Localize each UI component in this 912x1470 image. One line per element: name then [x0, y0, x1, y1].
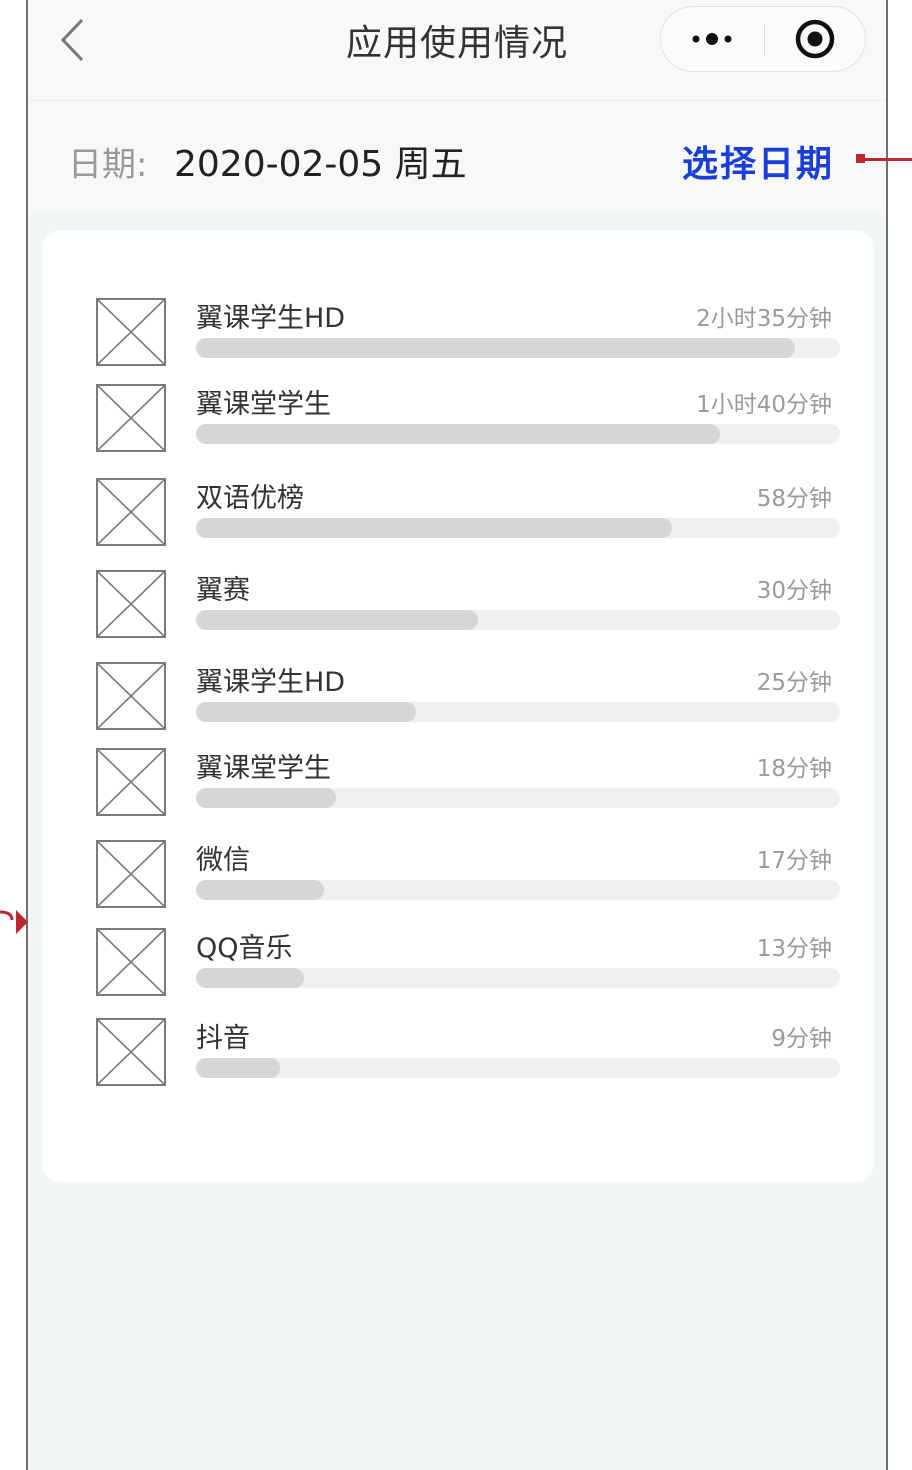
- phone-frame: 应用使用情况 日期: 2020-02-05 周五 选择日期 翼课学生HD 2小时…: [26, 0, 888, 1470]
- usage-bar-fill: [196, 968, 305, 988]
- usage-bar-fill: [196, 788, 336, 808]
- image-placeholder-icon: [98, 930, 164, 994]
- app-usage-time: 58分钟: [756, 486, 832, 512]
- app-row: 微信 17分钟: [42, 838, 874, 918]
- usage-bar-track: [196, 968, 840, 988]
- image-placeholder-icon: [98, 572, 164, 636]
- date-value: 2020-02-05 周五: [174, 144, 467, 185]
- usage-bar-track: [196, 338, 840, 358]
- app-row: 翼课学生HD 2小时35分钟: [42, 296, 874, 376]
- app-row: 翼课堂学生 1小时40分钟: [42, 382, 874, 462]
- app-icon-placeholder: [96, 928, 166, 996]
- usage-bar-fill: [196, 880, 325, 900]
- app-icon-placeholder: [96, 298, 166, 366]
- app-usage-time: 18分钟: [756, 756, 832, 782]
- app-icon-placeholder: [96, 478, 166, 546]
- usage-bar-fill: [196, 338, 795, 358]
- image-placeholder-icon: [98, 386, 164, 450]
- app-icon-placeholder: [96, 570, 166, 638]
- usage-bar-fill: [196, 1058, 280, 1078]
- app-row: 翼课堂学生 18分钟: [42, 746, 874, 826]
- annotation-line-right: [858, 158, 912, 161]
- app-name: QQ音乐: [196, 933, 293, 964]
- usage-bar-track: [196, 610, 840, 630]
- app-icon-placeholder: [96, 1018, 166, 1086]
- close-button[interactable]: [765, 7, 865, 71]
- app-usage-time: 13分钟: [756, 936, 832, 962]
- date-bar: 日期: 2020-02-05 周五 选择日期: [28, 101, 886, 214]
- usage-bar-track: [196, 424, 840, 444]
- usage-bar-track: [196, 880, 840, 900]
- app-usage-time: 17分钟: [756, 848, 832, 874]
- usage-bar-track: [196, 702, 840, 722]
- image-placeholder-icon: [98, 1020, 164, 1084]
- app-usage-time: 1小时40分钟: [696, 392, 832, 418]
- app-row: 抖音 9分钟: [42, 1016, 874, 1096]
- usage-bar-fill: [196, 518, 672, 538]
- image-placeholder-icon: [98, 480, 164, 544]
- annotation-arrow-left: [0, 910, 28, 934]
- app-row: 翼赛 30分钟: [42, 568, 874, 648]
- app-name: 翼课学生HD: [196, 667, 346, 698]
- app-icon-placeholder: [96, 748, 166, 816]
- app-icon-placeholder: [96, 840, 166, 908]
- usage-bar-track: [196, 1058, 840, 1078]
- app-name: 翼赛: [196, 575, 250, 606]
- app-name: 双语优榜: [196, 483, 304, 514]
- app-usage-time: 2小时35分钟: [696, 306, 832, 332]
- image-placeholder-icon: [98, 300, 164, 364]
- app-row: QQ音乐 13分钟: [42, 926, 874, 1006]
- image-placeholder-icon: [98, 842, 164, 906]
- usage-bar-track: [196, 788, 840, 808]
- nav-bar: 应用使用情况: [28, 0, 886, 101]
- more-dots-icon: [692, 33, 732, 45]
- image-placeholder-icon: [98, 664, 164, 728]
- target-circle-icon: [795, 19, 835, 59]
- app-name: 抖音: [196, 1023, 250, 1054]
- app-row: 双语优榜 58分钟: [42, 476, 874, 556]
- app-row: 翼课学生HD 25分钟: [42, 660, 874, 740]
- app-name: 微信: [196, 845, 250, 876]
- menu-capsule: [660, 6, 866, 72]
- date-label: 日期:: [68, 145, 148, 185]
- image-placeholder-icon: [98, 750, 164, 814]
- app-usage-card: 翼课学生HD 2小时35分钟 翼课堂学生 1小时40分钟 双语优榜 58分钟 翼赛 30分钟翼…: [42, 230, 874, 1182]
- select-date-button[interactable]: 选择日期: [682, 135, 834, 187]
- app-name: 翼课堂学生: [196, 753, 331, 784]
- app-name: 翼课学生HD: [196, 303, 346, 334]
- app-usage-time: 30分钟: [756, 578, 832, 604]
- usage-bar-fill: [196, 702, 417, 722]
- app-icon-placeholder: [96, 384, 166, 452]
- app-icon-placeholder: [96, 662, 166, 730]
- usage-bar-track: [196, 518, 840, 538]
- app-name: 翼课堂学生: [196, 389, 331, 420]
- app-usage-time: 9分钟: [771, 1026, 832, 1052]
- usage-bar-fill: [196, 424, 721, 444]
- more-button[interactable]: [661, 7, 763, 71]
- annotation-dot-right: [856, 154, 865, 163]
- app-usage-time: 25分钟: [756, 670, 832, 696]
- usage-bar-fill: [196, 610, 479, 630]
